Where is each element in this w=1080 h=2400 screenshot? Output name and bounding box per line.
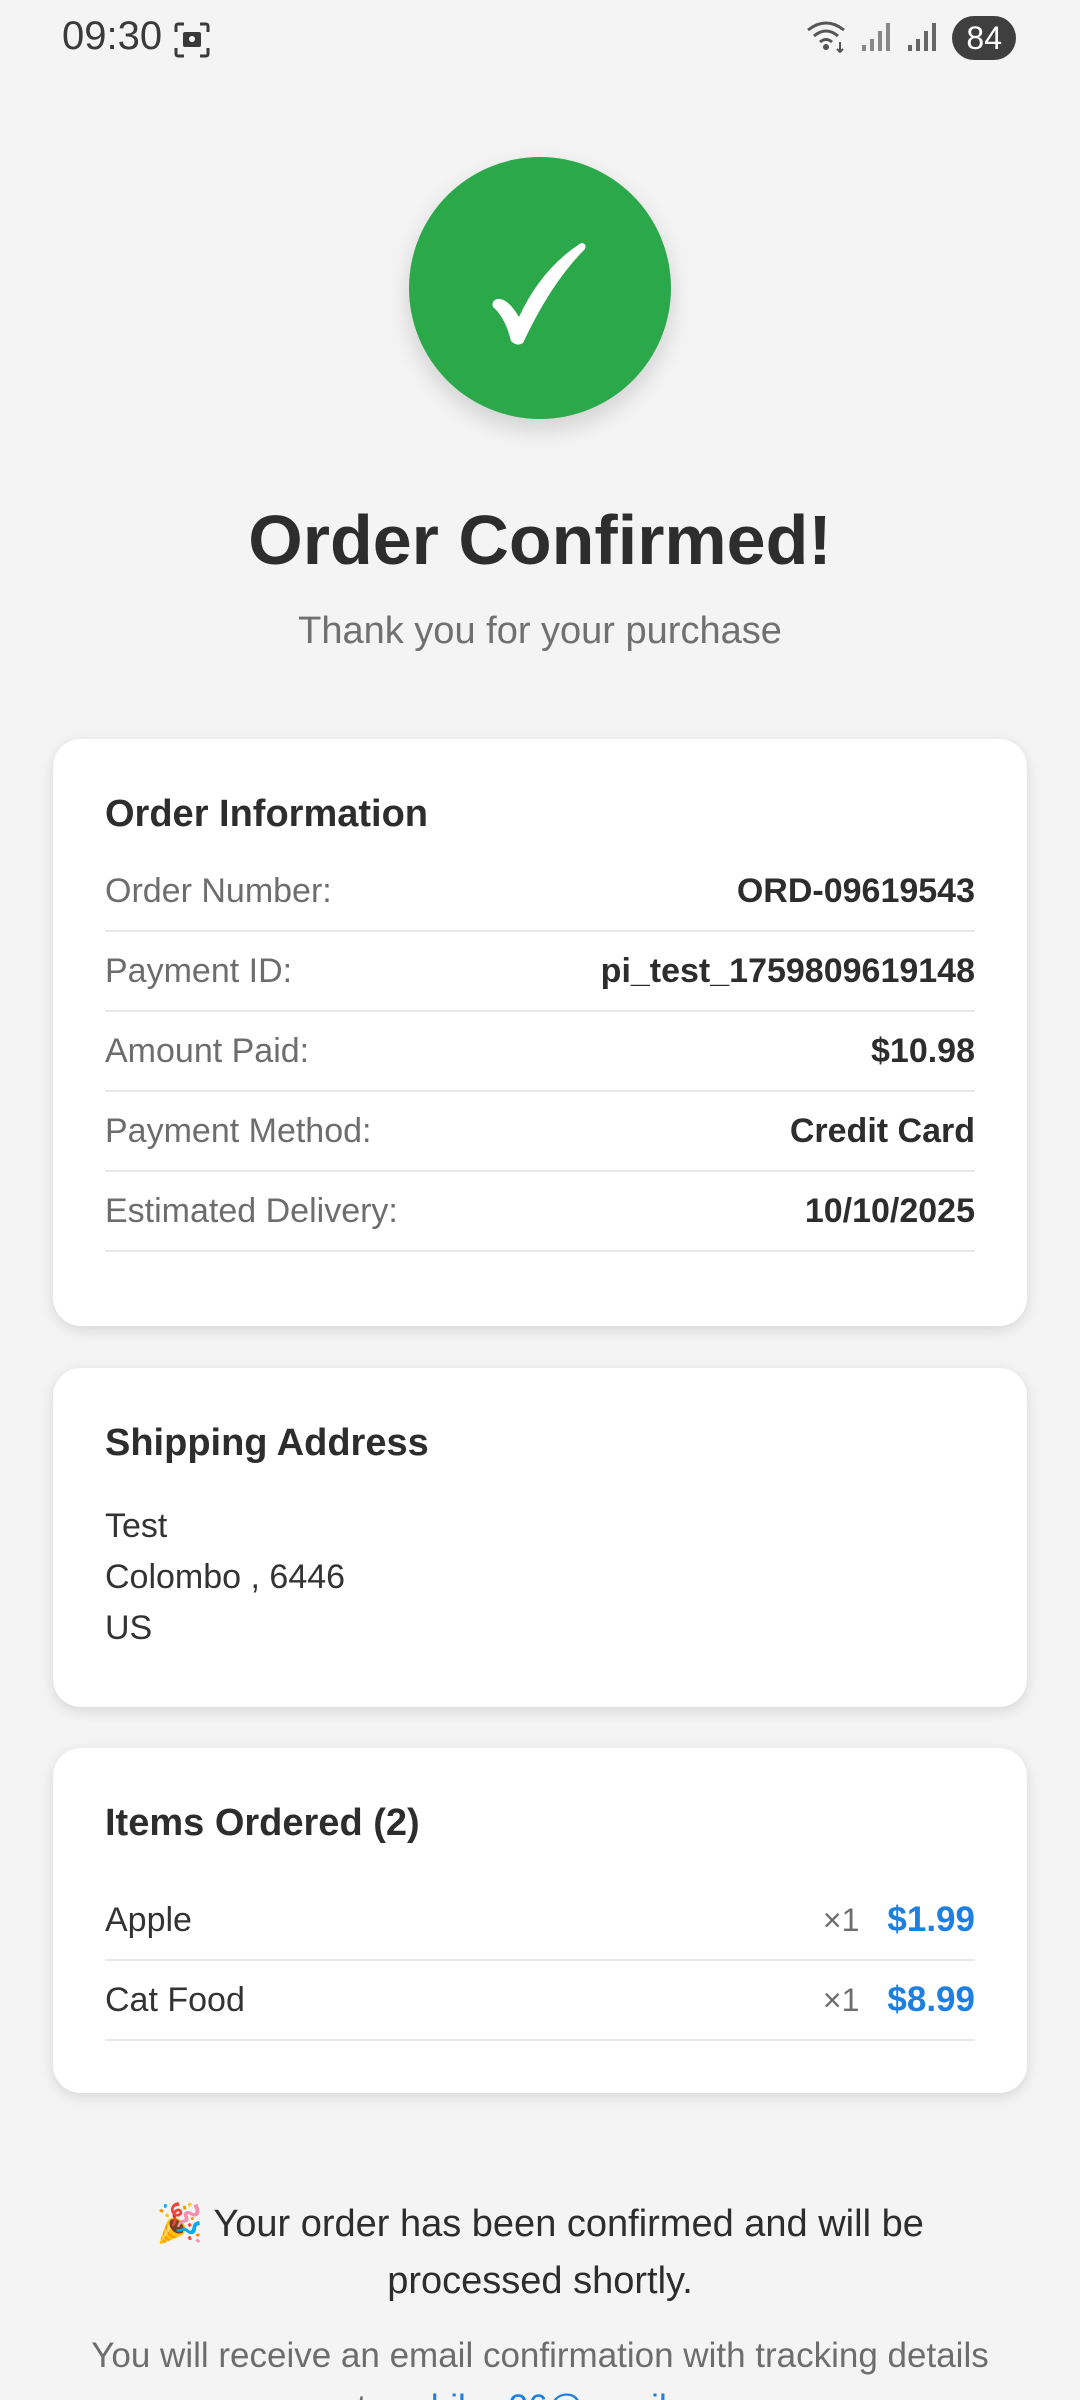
items-list: Apple ×1 $1.99 Cat Food ×1 $8.99 (105, 1881, 975, 2041)
signal-icon (906, 19, 940, 58)
item-price: $8.99 (887, 1980, 975, 2019)
address-block: Test Colombo , 6446 US (105, 1501, 345, 1654)
payment-id-value: pi_test_1759809619148 (600, 951, 975, 990)
page-subtitle: Thank you for your purchase (298, 610, 782, 652)
battery-badge: 84 (952, 16, 1016, 60)
payment-method-value: Credit Card (789, 1111, 975, 1150)
item-quantity: ×1 (822, 1981, 860, 2018)
party-popper-icon: 🎉 (156, 2203, 204, 2245)
checkmark-icon (492, 243, 586, 345)
info-row-amount-paid: Amount Paid: $10.98 (105, 1012, 975, 1092)
card-title: Shipping Address (105, 1422, 429, 1464)
info-row-order-number: Order Number: ORD-09619543 (105, 852, 975, 932)
estimated-delivery-value: 10/10/2025 (804, 1191, 975, 1230)
address-line: Test (105, 1507, 168, 1545)
email-notice: You will receive an email confirmation w… (80, 2330, 1000, 2400)
status-bar: 09:30 84 (0, 0, 1080, 80)
order-number-value: ORD-09619543 (736, 871, 975, 910)
order-information-card: Order Information Order Number: ORD-0961… (53, 739, 1027, 1326)
card-title: Items Ordered (2) (105, 1802, 420, 1844)
page-title: Order Confirmed! (248, 501, 832, 579)
email-link[interactable]: sachibro36@gmail.com (376, 2388, 742, 2400)
wifi-icon (804, 18, 848, 59)
row-label: Payment Method: (105, 1111, 372, 1150)
row-label: Estimated Delivery: (105, 1191, 398, 1230)
order-confirmation-screen: 09:30 84 Order Confirmed! Thank you for … (0, 0, 1080, 2400)
item-quantity: ×1 (822, 1901, 860, 1938)
card-title: Order Information (105, 793, 429, 835)
shipping-address-card: Shipping Address Test Colombo , 6446 US (53, 1368, 1027, 1707)
confirmation-text: Your order has been confirmed and will b… (213, 2203, 924, 2302)
list-item: Cat Food ×1 $8.99 (105, 1961, 975, 2041)
screenshot-icon (172, 20, 212, 60)
row-label: Amount Paid: (105, 1031, 310, 1070)
row-label: Order Number: (105, 871, 332, 910)
status-time: 09:30 (62, 14, 163, 58)
item-name: Apple (105, 1900, 192, 1939)
confirmation-message: 🎉 Your order has been confirmed and will… (120, 2196, 960, 2310)
info-row-payment-method: Payment Method: Credit Card (105, 1092, 975, 1172)
amount-paid-value: $10.98 (871, 1031, 975, 1070)
address-line: Colombo , 6446 (105, 1558, 346, 1596)
items-ordered-card: Items Ordered (2) Apple ×1 $1.99 Cat Foo… (53, 1748, 1027, 2093)
order-info-list: Order Number: ORD-09619543 Payment ID: p… (105, 852, 975, 1252)
info-row-estimated-delivery: Estimated Delivery: 10/10/2025 (105, 1172, 975, 1252)
item-price: $1.99 (887, 1900, 975, 1939)
success-badge (409, 157, 671, 419)
address-line: US (105, 1609, 153, 1647)
list-item: Apple ×1 $1.99 (105, 1881, 975, 1961)
info-row-payment-id: Payment ID: pi_test_1759809619148 (105, 932, 975, 1012)
signal-icon (860, 19, 894, 58)
item-name: Cat Food (105, 1980, 245, 2019)
row-label: Payment ID: (105, 951, 293, 990)
